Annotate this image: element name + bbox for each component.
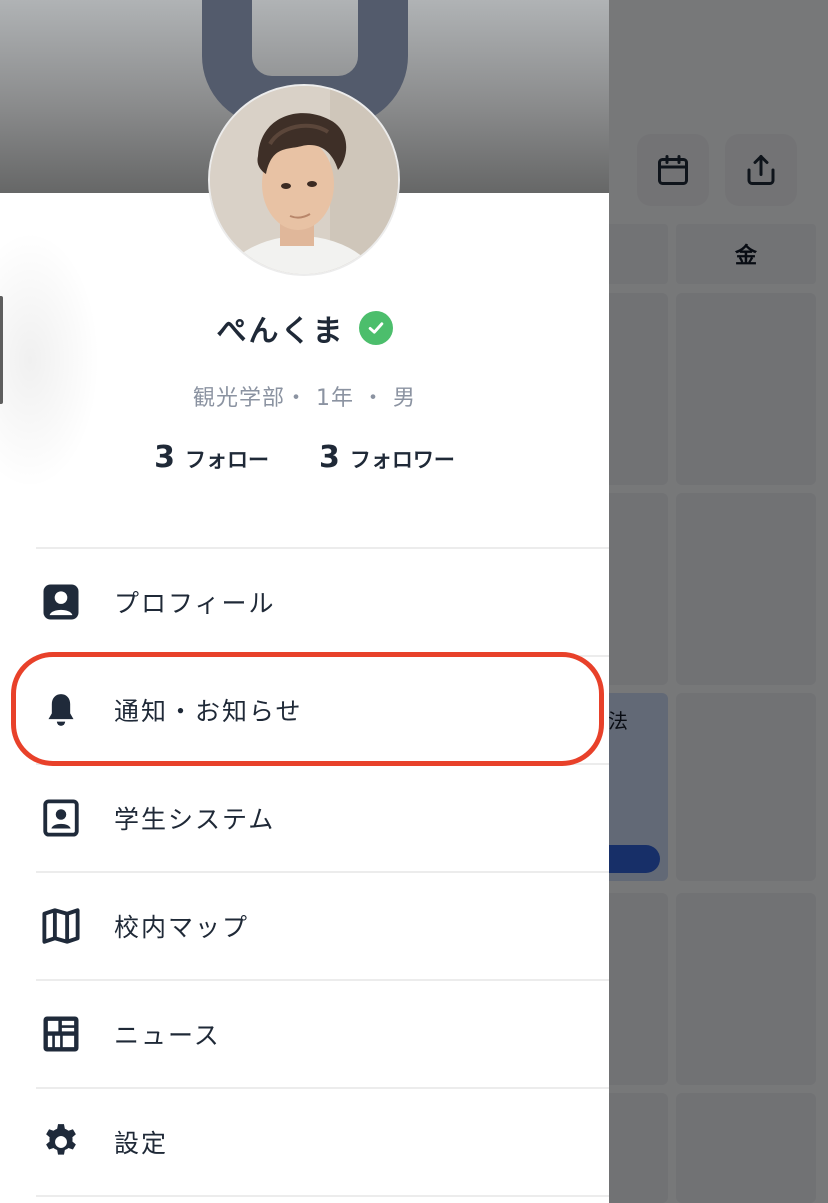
menu-item-label: 校内マップ	[114, 913, 250, 942]
drawer-menu: プロフィール 通知・お知らせ 学生システム 校内マップ ニュース 設定	[36, 547, 609, 1197]
id-card-icon	[38, 795, 84, 841]
map-icon	[38, 903, 84, 949]
profile-card-icon	[38, 579, 84, 625]
avatar[interactable]	[208, 84, 400, 276]
menu-item-label: 設定	[114, 1129, 169, 1158]
news-grid-icon	[38, 1011, 84, 1057]
menu-item-label: 学生システム	[114, 805, 276, 834]
menu-item-student-system[interactable]: 学生システム	[36, 765, 609, 873]
verified-check-icon	[358, 311, 393, 345]
highlight-annotation	[11, 652, 604, 766]
menu-item-campus-map[interactable]: 校内マップ	[36, 873, 609, 981]
following-stat[interactable]: 3 フォロー	[154, 440, 269, 475]
follower-count: 3	[319, 440, 340, 475]
avatar-photo	[210, 86, 398, 274]
follower-stat[interactable]: 3 フォロワー	[319, 440, 455, 475]
side-drawer: ぺんくま 観光学部・ 1年 ・ 男 3 フォロー 3 フォロワー プロフィール …	[0, 0, 609, 1203]
menu-item-settings[interactable]: 設定	[36, 1089, 609, 1197]
menu-item-news[interactable]: ニュース	[36, 981, 609, 1089]
follow-stats: 3 フォロー 3 フォロワー	[0, 440, 609, 475]
user-name: ぺんくま	[216, 314, 345, 349]
following-label: フォロー	[185, 448, 269, 472]
menu-item-label: プロフィール	[114, 589, 276, 618]
menu-item-label: ニュース	[114, 1021, 221, 1050]
gear-icon	[38, 1119, 84, 1165]
follower-label: フォロワー	[349, 448, 455, 472]
menu-item-profile[interactable]: プロフィール	[36, 549, 609, 657]
user-meta: 観光学部・ 1年 ・ 男	[193, 386, 416, 411]
user-name-row: ぺんくま	[0, 306, 609, 350]
following-count: 3	[154, 440, 175, 475]
